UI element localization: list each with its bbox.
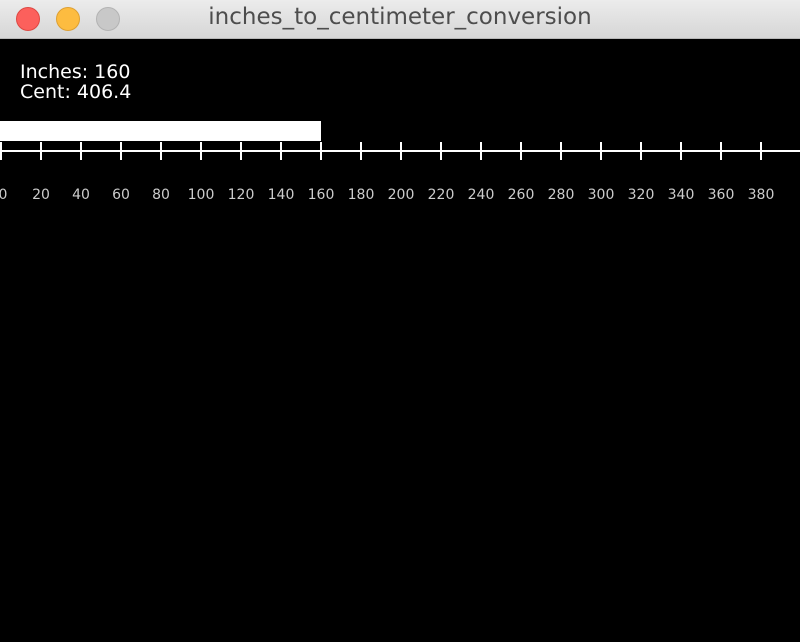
- app-window: inches_to_centimeter_conversion Inches: …: [0, 0, 800, 642]
- ruler-tick-label: 100: [188, 187, 215, 203]
- ruler-tick-label: 340: [668, 187, 695, 203]
- ruler-tick-label: 320: [628, 187, 655, 203]
- ruler-tick-label: 380: [748, 187, 775, 203]
- ruler-tick-label: 280: [548, 187, 575, 203]
- ruler-tick-label: 360: [708, 187, 735, 203]
- ruler-tick-label: 240: [468, 187, 495, 203]
- ruler-tick-label: 0: [0, 187, 7, 203]
- ruler-tick-label: 180: [348, 187, 375, 203]
- ruler-tick-label: 220: [428, 187, 455, 203]
- ruler-tick-label: 300: [588, 187, 615, 203]
- ruler: 0 20 40 60 80 100 120 140 160 180 200 220 240 260 280 3…: [0, 142, 800, 203]
- ruler-tick-label: 160: [308, 187, 335, 203]
- sketch-canvas[interactable]: Inches: 160 Cent: 406.4 0 20 40 60 80 100 120 1…: [0, 39, 800, 642]
- title-bar[interactable]: inches_to_centimeter_conversion: [0, 0, 800, 39]
- ruler-tick-label: 20: [32, 187, 50, 203]
- ruler-tick-label: 80: [152, 187, 170, 203]
- ruler-tick-label: 120: [228, 187, 255, 203]
- ruler-tick-label: 200: [388, 187, 415, 203]
- window-title: inches_to_centimeter_conversion: [208, 4, 592, 30]
- ruler-tick-label: 60: [112, 187, 130, 203]
- ruler-tick-label: 260: [508, 187, 535, 203]
- ruler-tick-label: 140: [268, 187, 295, 203]
- ruler-tick-label: 40: [72, 187, 90, 203]
